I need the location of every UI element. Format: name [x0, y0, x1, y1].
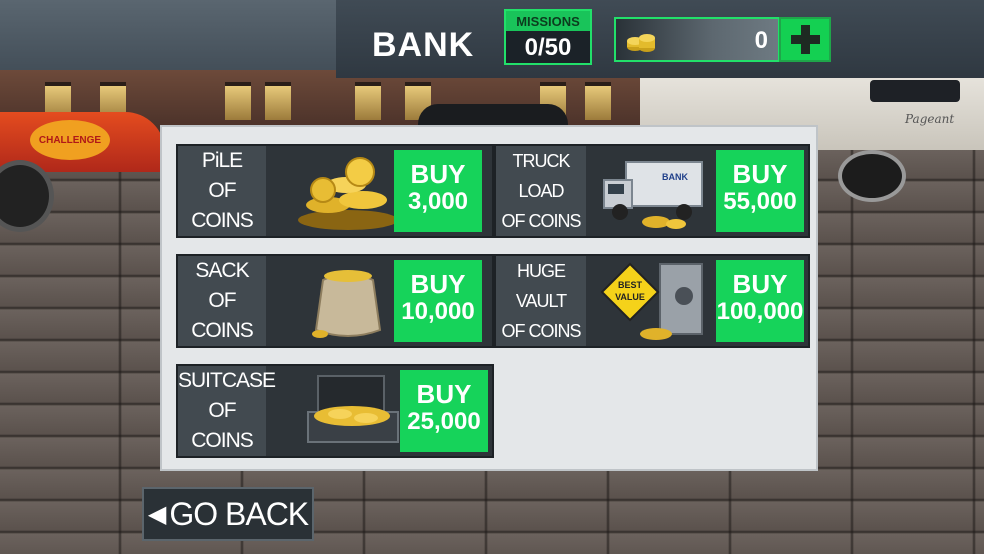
missions-value: 0/50: [524, 34, 572, 61]
buy-price: 3,000: [407, 188, 469, 215]
offer-label: PiLE OF COINS: [178, 146, 266, 236]
offer-card-vault[interactable]: HUGE VAULT OF COINS BEST VALUE BUY 100,0…: [494, 254, 810, 348]
offer-card-pile[interactable]: PiLE OF COINS BUY 3,000: [176, 144, 494, 238]
building-window: [585, 82, 611, 120]
add-coins-button[interactable]: [779, 17, 831, 62]
coin-balance: 0: [614, 17, 780, 62]
offer-label: HUGE VAULT OF COINS: [496, 256, 586, 346]
offer-label-line2: OF COINS: [501, 211, 581, 231]
offer-label-line2: OF COINS: [191, 179, 254, 232]
buy-label: BUY: [416, 379, 472, 409]
missions-label: MISSIONS: [506, 11, 590, 31]
coin-balance-value: 0: [754, 27, 768, 54]
buy-label: BUY: [410, 269, 466, 299]
go-back-button[interactable]: ◀ GO BACK: [142, 487, 314, 541]
buy-button-suitcase[interactable]: BUY 25,000: [400, 370, 488, 452]
trailer-brand: Pageant: [905, 112, 955, 126]
buy-button-truck[interactable]: BUY 55,000: [716, 150, 804, 232]
best-value-line1: BEST: [618, 280, 643, 290]
offer-card-truck[interactable]: TRUCK LOAD OF COINS BANK BUY 55,000: [494, 144, 810, 238]
trailer-wheel: [838, 150, 906, 202]
trailer-window: [870, 80, 960, 102]
plus-icon: [791, 25, 820, 54]
suitcase-icon: [307, 375, 399, 443]
truck-bank-text: BANK: [662, 172, 688, 182]
go-back-label: GO BACK: [169, 495, 309, 532]
offer-label-line2: OF COINS: [191, 289, 254, 342]
buy-button-sack[interactable]: BUY 10,000: [394, 260, 482, 342]
buy-label: BUY: [410, 159, 466, 189]
offer-label-line1: TRUCK LOAD: [512, 151, 571, 201]
buy-button-vault[interactable]: BUY 100,000: [716, 260, 804, 342]
offer-label: SUITCASE OF COINS: [178, 366, 276, 456]
buy-price: 25,000: [407, 408, 481, 435]
offer-label: SACK OF COINS: [178, 256, 266, 346]
armored-truck-icon: BANK: [603, 161, 703, 229]
offer-label-line2: OF COINS: [191, 399, 254, 452]
car-decal: CHALLENGE: [30, 120, 110, 160]
buy-price: 10,000: [401, 298, 475, 325]
buy-price: 55,000: [723, 188, 797, 215]
offer-label: TRUCK LOAD OF COINS: [496, 146, 586, 236]
offer-card-sack[interactable]: SACK OF COINS BUY 10,000: [176, 254, 494, 348]
offer-label-line1: PiLE: [201, 149, 243, 172]
buy-label: BUY: [732, 159, 788, 189]
vault-icon: BEST VALUE: [600, 262, 703, 340]
offer-label-line1: SACK: [195, 259, 249, 282]
buy-button-pile[interactable]: BUY 3,000: [394, 150, 482, 232]
offer-card-suitcase[interactable]: SUITCASE OF COINS BUY 25,000: [176, 364, 494, 458]
offer-label-line1: SUITCASE: [178, 369, 276, 392]
offer-label-line2: OF COINS: [501, 321, 581, 341]
arrow-left-icon: ◀: [147, 500, 166, 528]
best-value-line2: VALUE: [615, 292, 645, 302]
building-window: [225, 82, 251, 120]
buy-label: BUY: [732, 269, 788, 299]
missions-counter: MISSIONS 0/50: [504, 9, 592, 65]
coin-pile-icon: [298, 157, 398, 230]
building-window: [265, 82, 291, 120]
coin-stack-icon: [627, 34, 655, 52]
coin-sack-icon: [312, 270, 382, 338]
page-title: BANK: [372, 26, 475, 64]
bank-panel: PiLE OF COINS BUY 3,000 TRUCK LOAD OF CO…: [160, 125, 818, 471]
buy-price: 100,000: [716, 298, 804, 325]
offer-label-line1: HUGE VAULT: [515, 261, 567, 311]
building-window: [355, 82, 381, 120]
